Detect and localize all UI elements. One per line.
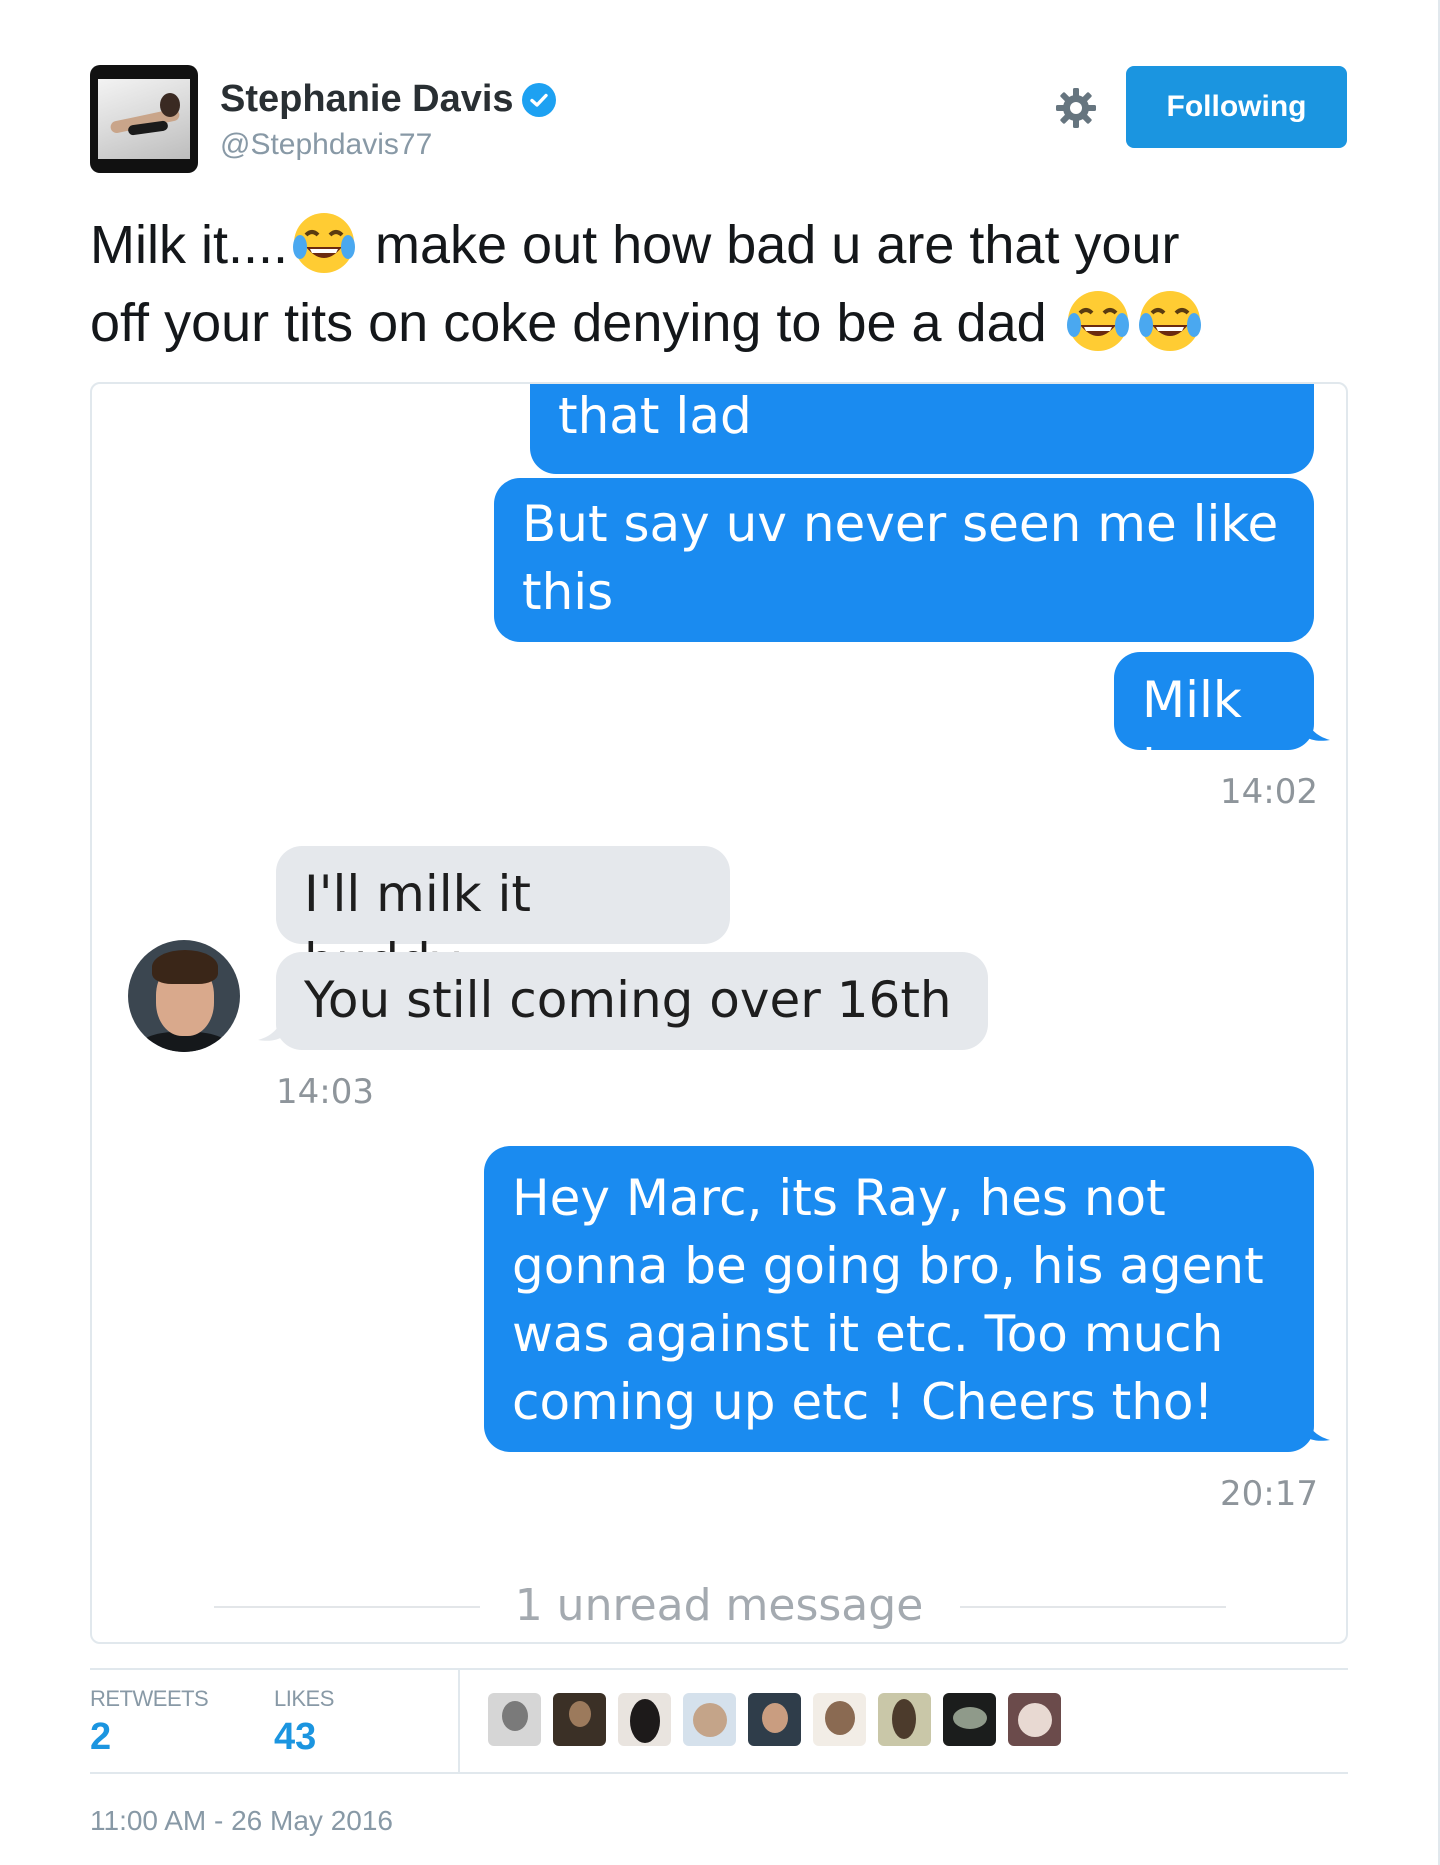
- liker-avatar[interactable]: [813, 1693, 866, 1746]
- message-bubble-outgoing: Hey Marc, its Ray, hes not gonna be goin…: [484, 1146, 1314, 1452]
- message-bubble-outgoing: But say uv never seen me like this: [494, 478, 1314, 642]
- likes-label[interactable]: LIKES: [274, 1686, 334, 1712]
- user-handle[interactable]: @Stephdavis77: [220, 128, 432, 162]
- attached-image[interactable]: that lad But say uv never seen me like t…: [90, 382, 1348, 1644]
- verified-badge-icon: [521, 82, 556, 117]
- tweet-card: Stephanie Davis @Stephdavis77 Following: [0, 0, 1440, 1865]
- message-bubble-outgoing: Milk it: [1114, 652, 1314, 797]
- gear-icon[interactable]: [1055, 87, 1097, 129]
- message-bubble-outgoing: that lad: [530, 384, 1314, 474]
- bubble-tail: [1304, 714, 1330, 741]
- unread-messages-label: 1 unread message: [514, 1580, 924, 1631]
- liker-avatar[interactable]: [878, 1693, 931, 1746]
- face-with-tears-of-joy-icon: [288, 205, 360, 277]
- tweet-text-line-2: off your tits on coke denying to be a da…: [90, 283, 1360, 361]
- likes-count[interactable]: 43: [274, 1716, 316, 1759]
- display-name-text[interactable]: Stephanie Davis: [220, 78, 514, 121]
- divider: [90, 1668, 1348, 1670]
- divider: [458, 1670, 460, 1774]
- liker-avatar[interactable]: [553, 1693, 606, 1746]
- message-time: 20:17: [1220, 1474, 1318, 1514]
- face-with-tears-of-joy-icon: [1134, 283, 1206, 355]
- message-bubble-incoming: I'll milk it buddy: [276, 846, 730, 991]
- tweet-text-line-1: Milk it.... make out how bad u are that …: [90, 205, 1360, 283]
- contact-avatar: [128, 940, 240, 1052]
- message-bubble-incoming: You still coming over 16th: [276, 952, 988, 1050]
- face-with-tears-of-joy-icon: [1062, 283, 1134, 355]
- tweet-text: Milk it.... make out how bad u are that …: [90, 205, 1360, 361]
- liker-avatar[interactable]: [488, 1693, 541, 1746]
- retweets-count[interactable]: 2: [90, 1716, 111, 1759]
- message-time: 14:02: [1220, 772, 1318, 812]
- liker-avatar[interactable]: [1008, 1693, 1061, 1746]
- message-time: 14:03: [276, 1072, 374, 1112]
- bubble-tail: [1304, 1414, 1330, 1441]
- profile-avatar[interactable]: [90, 65, 198, 173]
- liker-avatar[interactable]: [618, 1693, 671, 1746]
- bubble-tail: [258, 1014, 284, 1041]
- divider: [90, 1772, 1348, 1774]
- tweet-timestamp[interactable]: 11:00 AM - 26 May 2016: [90, 1805, 393, 1837]
- liker-avatar[interactable]: [683, 1693, 736, 1746]
- liker-avatar[interactable]: [943, 1693, 996, 1746]
- retweets-label[interactable]: RETWEETS: [90, 1686, 209, 1712]
- display-name[interactable]: Stephanie Davis: [220, 78, 556, 121]
- following-button[interactable]: Following: [1126, 66, 1347, 148]
- liker-avatar[interactable]: [748, 1693, 801, 1746]
- liker-avatars: [488, 1693, 1061, 1746]
